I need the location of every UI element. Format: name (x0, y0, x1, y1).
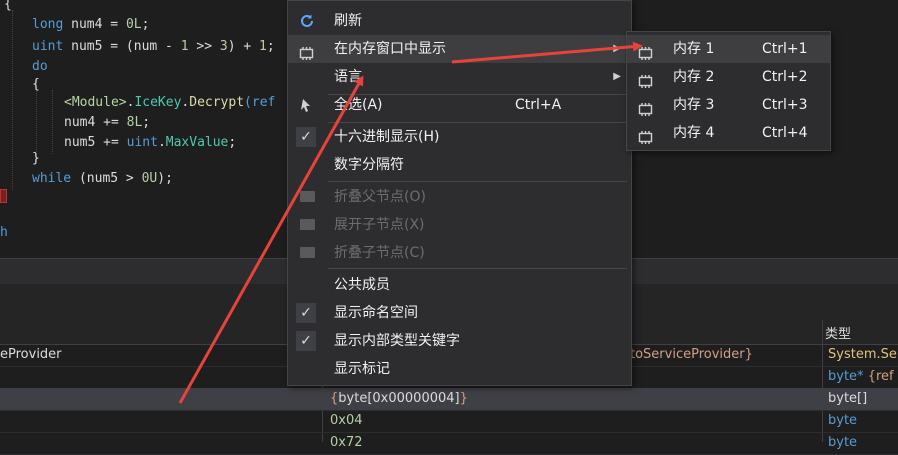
menu-item-public-members[interactable]: 公共成员 (288, 271, 631, 299)
menu-item-collapse-children[interactable]: 折叠子节点(C) (288, 239, 631, 267)
memory-chip-icon (637, 70, 654, 88)
menu-item-show-namespace[interactable]: ✓ 显示命名空间 (288, 299, 631, 327)
row-type: System.Se (828, 347, 897, 362)
checkmark-icon: ✓ (296, 303, 316, 323)
code-line-1: long num4 = 0L; (32, 17, 150, 32)
submenu-arrow-icon: ▶ (613, 43, 621, 54)
row-type: byte* {ref (828, 369, 894, 384)
memory-chip-icon (637, 126, 654, 144)
menu-item-expand-children[interactable]: 展开子节点(X) (288, 211, 631, 239)
context-menu: 刷新 在内存窗口中显示 ▶ 语言 ▶ 全选(A) Ctrl+A ✓ 十六进制显示… (287, 0, 632, 386)
row-value: 0x72 (330, 435, 363, 450)
code-line-5: <Module>.IceKey.Decrypt(ref (64, 95, 276, 110)
memory-chip-icon (637, 42, 654, 60)
code-line-8: } (32, 151, 40, 166)
menu-item-show-internal-type-keywords[interactable]: ✓ 显示内部类型关键字 (288, 327, 631, 355)
checkmark-icon: ✓ (296, 331, 316, 351)
folder-collapse-icon (300, 191, 315, 202)
submenu-item-memory-4[interactable]: 内存 4 Ctrl+4 (627, 119, 830, 147)
refresh-icon (298, 13, 316, 29)
menu-item-show-in-memory[interactable]: 在内存窗口中显示 ▶ (288, 35, 631, 63)
checkmark-icon: ✓ (296, 127, 316, 147)
code-line-2: uint num5 = (num - 1 >> 3) + 1; (32, 39, 275, 54)
table-row[interactable]: 0x72 byte (0, 432, 898, 455)
row-name: eProvider (0, 347, 62, 362)
code-line-9: while (num5 > 0U); (32, 171, 173, 186)
menu-item-language[interactable]: 语言 ▶ (288, 63, 631, 91)
code-line-0: { (4, 0, 12, 12)
table-row[interactable]: 0x04 byte (0, 410, 898, 433)
row-value: 0x04 (330, 413, 363, 428)
row-type: byte[] (828, 391, 868, 406)
row-value: toServiceProvider} (630, 347, 753, 362)
menu-item-digit-separator[interactable]: 数字分隔符 (288, 151, 631, 179)
submenu-arrow-icon: ▶ (613, 71, 621, 82)
submenu-item-memory-3[interactable]: 内存 3 Ctrl+3 (627, 91, 830, 119)
code-line-3: do (32, 59, 48, 74)
code-line-4: { (32, 77, 40, 92)
menu-item-show-flags[interactable]: 显示标记 (288, 355, 631, 383)
menu-item-collapse-parent[interactable]: 折叠父节点(O) (288, 183, 631, 211)
table-row-selected[interactable]: {byte[0x00000004]} byte[] (0, 388, 898, 411)
folder-collapse-icon (300, 247, 315, 258)
code-line-10: h (0, 225, 8, 240)
row-value: {byte[0x00000004]} (330, 391, 468, 406)
menu-item-refresh[interactable]: 刷新 (288, 7, 631, 35)
indent-guide (52, 90, 53, 154)
submenu-item-memory-1[interactable]: 内存 1 Ctrl+1 (627, 35, 830, 63)
code-line-6: num4 += 8L; (64, 115, 151, 130)
memory-chip-icon (637, 98, 654, 116)
menu-item-hex-display[interactable]: ✓ 十六进制显示(H) (288, 123, 631, 151)
memory-submenu: 内存 1 Ctrl+1 内存 2 Ctrl+2 内存 3 Ctrl+3 内存 4… (626, 31, 831, 151)
memory-chip-icon (298, 42, 315, 60)
code-line-7: num5 += uint.MaxValue; (64, 135, 237, 150)
menu-separator (328, 268, 627, 269)
folder-expand-icon (300, 219, 315, 230)
menu-item-select-all[interactable]: 全选(A) Ctrl+A (288, 91, 631, 119)
row-type: byte (828, 435, 858, 450)
select-all-icon (298, 97, 316, 113)
row-type: byte (828, 413, 858, 428)
breakpoint-marker[interactable] (0, 189, 7, 203)
submenu-item-memory-2[interactable]: 内存 2 Ctrl+2 (627, 63, 830, 91)
indent-guide (12, 10, 13, 190)
menu-separator (328, 181, 627, 182)
type-column-header[interactable]: 类型 (825, 323, 851, 342)
